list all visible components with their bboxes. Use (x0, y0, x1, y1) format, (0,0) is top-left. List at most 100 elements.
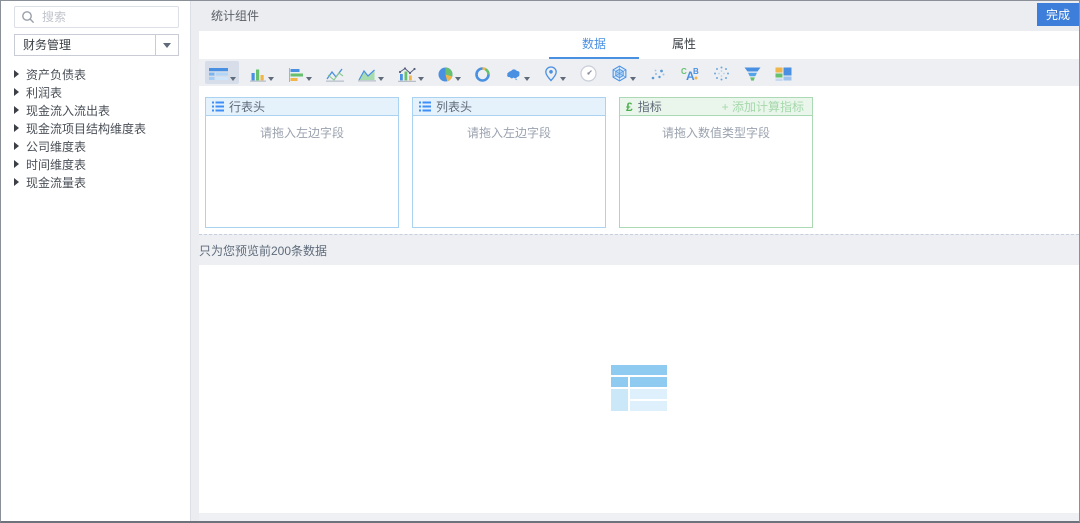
row-header-title: 行表头 (229, 100, 266, 114)
column-header-dropzone[interactable]: 列表头 请拖入左边字段 (412, 97, 606, 228)
column-header-title: 列表头 (436, 100, 473, 114)
column-chart-button[interactable] (246, 61, 277, 84)
tree-item-label: 现金流项目结构维度表 (26, 121, 147, 136)
dropdown-caret-icon (560, 77, 566, 81)
page-title: 统计组件 (211, 9, 260, 23)
horizontal-scrollbar-track[interactable] (199, 513, 1079, 521)
tree-item-cashflow-statement[interactable]: 现金流量表 (1, 173, 190, 191)
area-chart-button[interactable] (354, 61, 387, 84)
china-map-icon (507, 69, 520, 81)
column-chart-icon (250, 69, 266, 82)
radar-chart-icon (612, 65, 627, 82)
measures-placeholder: 请拖入数值类型字段 (661, 126, 770, 140)
caret-right-icon (14, 142, 19, 150)
funnel-chart-button[interactable] (740, 61, 764, 84)
word-cloud-button[interactable]: CAB (676, 61, 702, 84)
tab-bar: 数据 属性 (199, 31, 1079, 59)
main-area: 统计组件 完成 数据 属性 C A B 行表头 请拖入左边字段 列表头 请拖入左… (191, 1, 1079, 521)
caret-right-icon (14, 106, 19, 114)
pie-chart-button[interactable] (434, 61, 464, 84)
scatter-chart-icon (651, 69, 665, 80)
tree-item-label: 资产负债表 (26, 67, 87, 82)
tree-item-cashflow-inout[interactable]: 现金流入流出表 (1, 101, 190, 119)
china-map-button[interactable] (500, 61, 533, 84)
measures-title: 指标 (637, 100, 662, 114)
area-chart-icon (358, 69, 376, 82)
add-calculated-measure-button[interactable]: + 添加计算指标 (722, 98, 804, 115)
chevron-down-icon (163, 42, 171, 48)
currency-icon: £ (626, 99, 633, 114)
tree-item-balance-sheet[interactable]: 资产负债表 (1, 65, 190, 83)
dropdown-caret-icon (524, 77, 530, 81)
done-button[interactable]: 完成 (1037, 3, 1079, 26)
tab-data[interactable]: 数据 (549, 31, 639, 59)
row-header-dropzone[interactable]: 行表头 请拖入左边字段 (205, 97, 399, 228)
column-header-title-bar: 列表头 (413, 98, 605, 116)
pie-chart-icon (438, 67, 453, 82)
field-sidebar: 财务管理 资产负债表 利润表 现金流入流出表 现金流项目结构维度表 公司维度表 … (1, 1, 191, 521)
gauge-button[interactable] (576, 61, 600, 84)
dataset-select[interactable]: 财务管理 (14, 34, 179, 56)
preview-notice: 只为您预览前200条数据 (199, 234, 1079, 265)
dropdown-caret-icon (268, 77, 274, 81)
dropdown-caret-icon (630, 77, 636, 81)
pin-map-icon (545, 66, 557, 82)
preview-area (199, 265, 1079, 513)
tree-item-label: 现金流入流出表 (26, 103, 111, 118)
table-tree: 资产负债表 利润表 现金流入流出表 现金流项目结构维度表 公司维度表 时间维度表… (1, 65, 190, 191)
row-header-placeholder: 请拖入左边字段 (259, 126, 344, 140)
select-arrow[interactable] (155, 35, 178, 55)
funnel-chart-icon (744, 67, 761, 81)
tree-item-label: 公司维度表 (26, 139, 87, 154)
tree-item-profit[interactable]: 利润表 (1, 83, 190, 101)
sphere-scatter-icon (714, 66, 729, 81)
list-icon (419, 101, 431, 112)
tree-item-company-dim[interactable]: 公司维度表 (1, 137, 190, 155)
table-icon (209, 68, 228, 80)
tree-item-time-dim[interactable]: 时间维度表 (1, 155, 190, 173)
word-cloud-icon: C AB (681, 67, 699, 82)
search-icon (21, 10, 35, 24)
report-builder-window: 财务管理 资产负债表 利润表 现金流入流出表 现金流项目结构维度表 公司维度表 … (0, 0, 1080, 523)
combo-chart-button[interactable] (394, 61, 427, 84)
dropdown-caret-icon (418, 77, 424, 81)
column-header-placeholder: 请拖入左边字段 (466, 126, 551, 140)
row-header-title-bar: 行表头 (206, 98, 398, 116)
dataset-select-value: 财务管理 (23, 38, 72, 52)
pin-map-button[interactable] (540, 61, 569, 84)
chart-type-toolbar: CAB (199, 59, 1079, 86)
caret-right-icon (14, 178, 19, 186)
dropdown-caret-icon (230, 77, 236, 81)
table-chart-button[interactable] (205, 61, 239, 84)
line-chart-icon (326, 68, 344, 82)
line-chart-button[interactable] (322, 61, 347, 84)
dropdown-caret-icon (306, 77, 312, 81)
combo-chart-icon (398, 67, 416, 82)
caret-right-icon (14, 88, 19, 96)
radar-chart-button[interactable] (607, 61, 639, 84)
bar-chart-icon (289, 68, 303, 82)
caret-right-icon (14, 160, 19, 168)
measures-dropzone[interactable]: £ 指标 + 添加计算指标 请拖入数值类型字段 (619, 97, 813, 228)
measures-title-bar: £ 指标 + 添加计算指标 (620, 98, 812, 116)
search-input[interactable] (40, 9, 172, 25)
caret-right-icon (14, 70, 19, 78)
sphere-scatter-button[interactable] (709, 61, 733, 84)
tree-item-cashflow-structure[interactable]: 现金流项目结构维度表 (1, 119, 190, 137)
svg-text:B: B (693, 67, 699, 76)
search-box[interactable] (14, 6, 179, 28)
list-icon (212, 101, 224, 112)
donut-chart-button[interactable] (471, 61, 493, 84)
tree-item-label: 现金流量表 (26, 175, 87, 190)
bar-chart-button[interactable] (284, 61, 315, 84)
tree-item-label: 时间维度表 (26, 157, 87, 172)
dashboard-blocks-icon (775, 67, 792, 81)
drop-zones-row: 行表头 请拖入左边字段 列表头 请拖入左边字段 £ 指标 + 添加计算指标 请拖… (199, 86, 1079, 234)
tab-properties[interactable]: 属性 (639, 31, 729, 59)
scatter-chart-button[interactable] (646, 61, 669, 84)
dropdown-caret-icon (378, 77, 384, 81)
dropdown-caret-icon (455, 77, 461, 81)
table-placeholder-icon (611, 365, 667, 413)
gauge-icon (580, 65, 597, 82)
dashboard-blocks-button[interactable] (771, 61, 795, 84)
